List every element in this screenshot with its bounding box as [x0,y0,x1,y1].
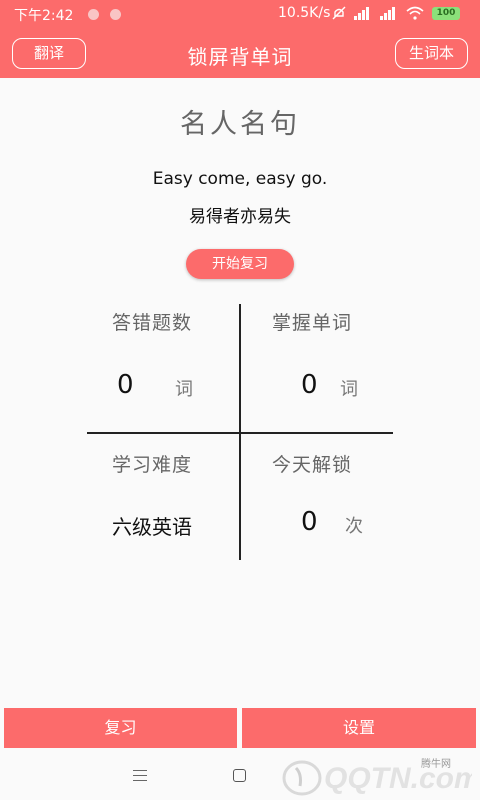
signal-icon [380,6,398,20]
wifi-icon [406,6,424,20]
status-bar: 下午2:42 10.5K/s 100 [0,0,480,30]
mastered-words-label: 掌握单词 [272,312,353,334]
battery-icon: 100 [432,6,460,20]
menu-icon[interactable] [133,770,147,781]
status-time: 下午2:42 [14,8,74,24]
mastered-words-unit: 词 [340,379,358,400]
home-icon[interactable] [233,769,246,782]
wrong-count-label: 答错题数 [112,312,193,334]
grid-divider-horizontal [87,432,393,434]
app-bar: 翻译 锁屏背单词 生词本 [0,30,480,78]
mastered-words-value: 0 [301,370,318,400]
mute-icon [332,6,346,20]
quote-title: 名人名句 [180,109,300,140]
quote-english: Easy come, easy go. [152,169,328,189]
signal-icon [354,6,372,20]
wrong-count-value: 0 [117,370,134,400]
unlock-count-unit: 次 [345,516,363,537]
review-button[interactable]: 复习 [4,708,237,748]
notification-dot-icon [110,9,121,20]
notification-dot-icon [88,9,99,20]
wrong-count-unit: 词 [175,379,193,400]
net-speed: 10.5K/s [278,5,331,21]
unlock-count-value: 0 [301,507,318,537]
start-review-button[interactable]: 开始复习 [186,249,294,279]
watermark-site-name: 腾牛网 [421,759,451,770]
quote-chinese: 易得者亦易失 [189,207,291,227]
unlock-count-label: 今天解锁 [272,454,353,476]
difficulty-value[interactable]: 六级英语 [112,511,192,540]
difficulty-label: 学习难度 [112,454,193,476]
vocab-book-button[interactable]: 生词本 [395,38,468,69]
settings-button[interactable]: 设置 [242,708,476,748]
status-icons: 100 [332,6,460,20]
